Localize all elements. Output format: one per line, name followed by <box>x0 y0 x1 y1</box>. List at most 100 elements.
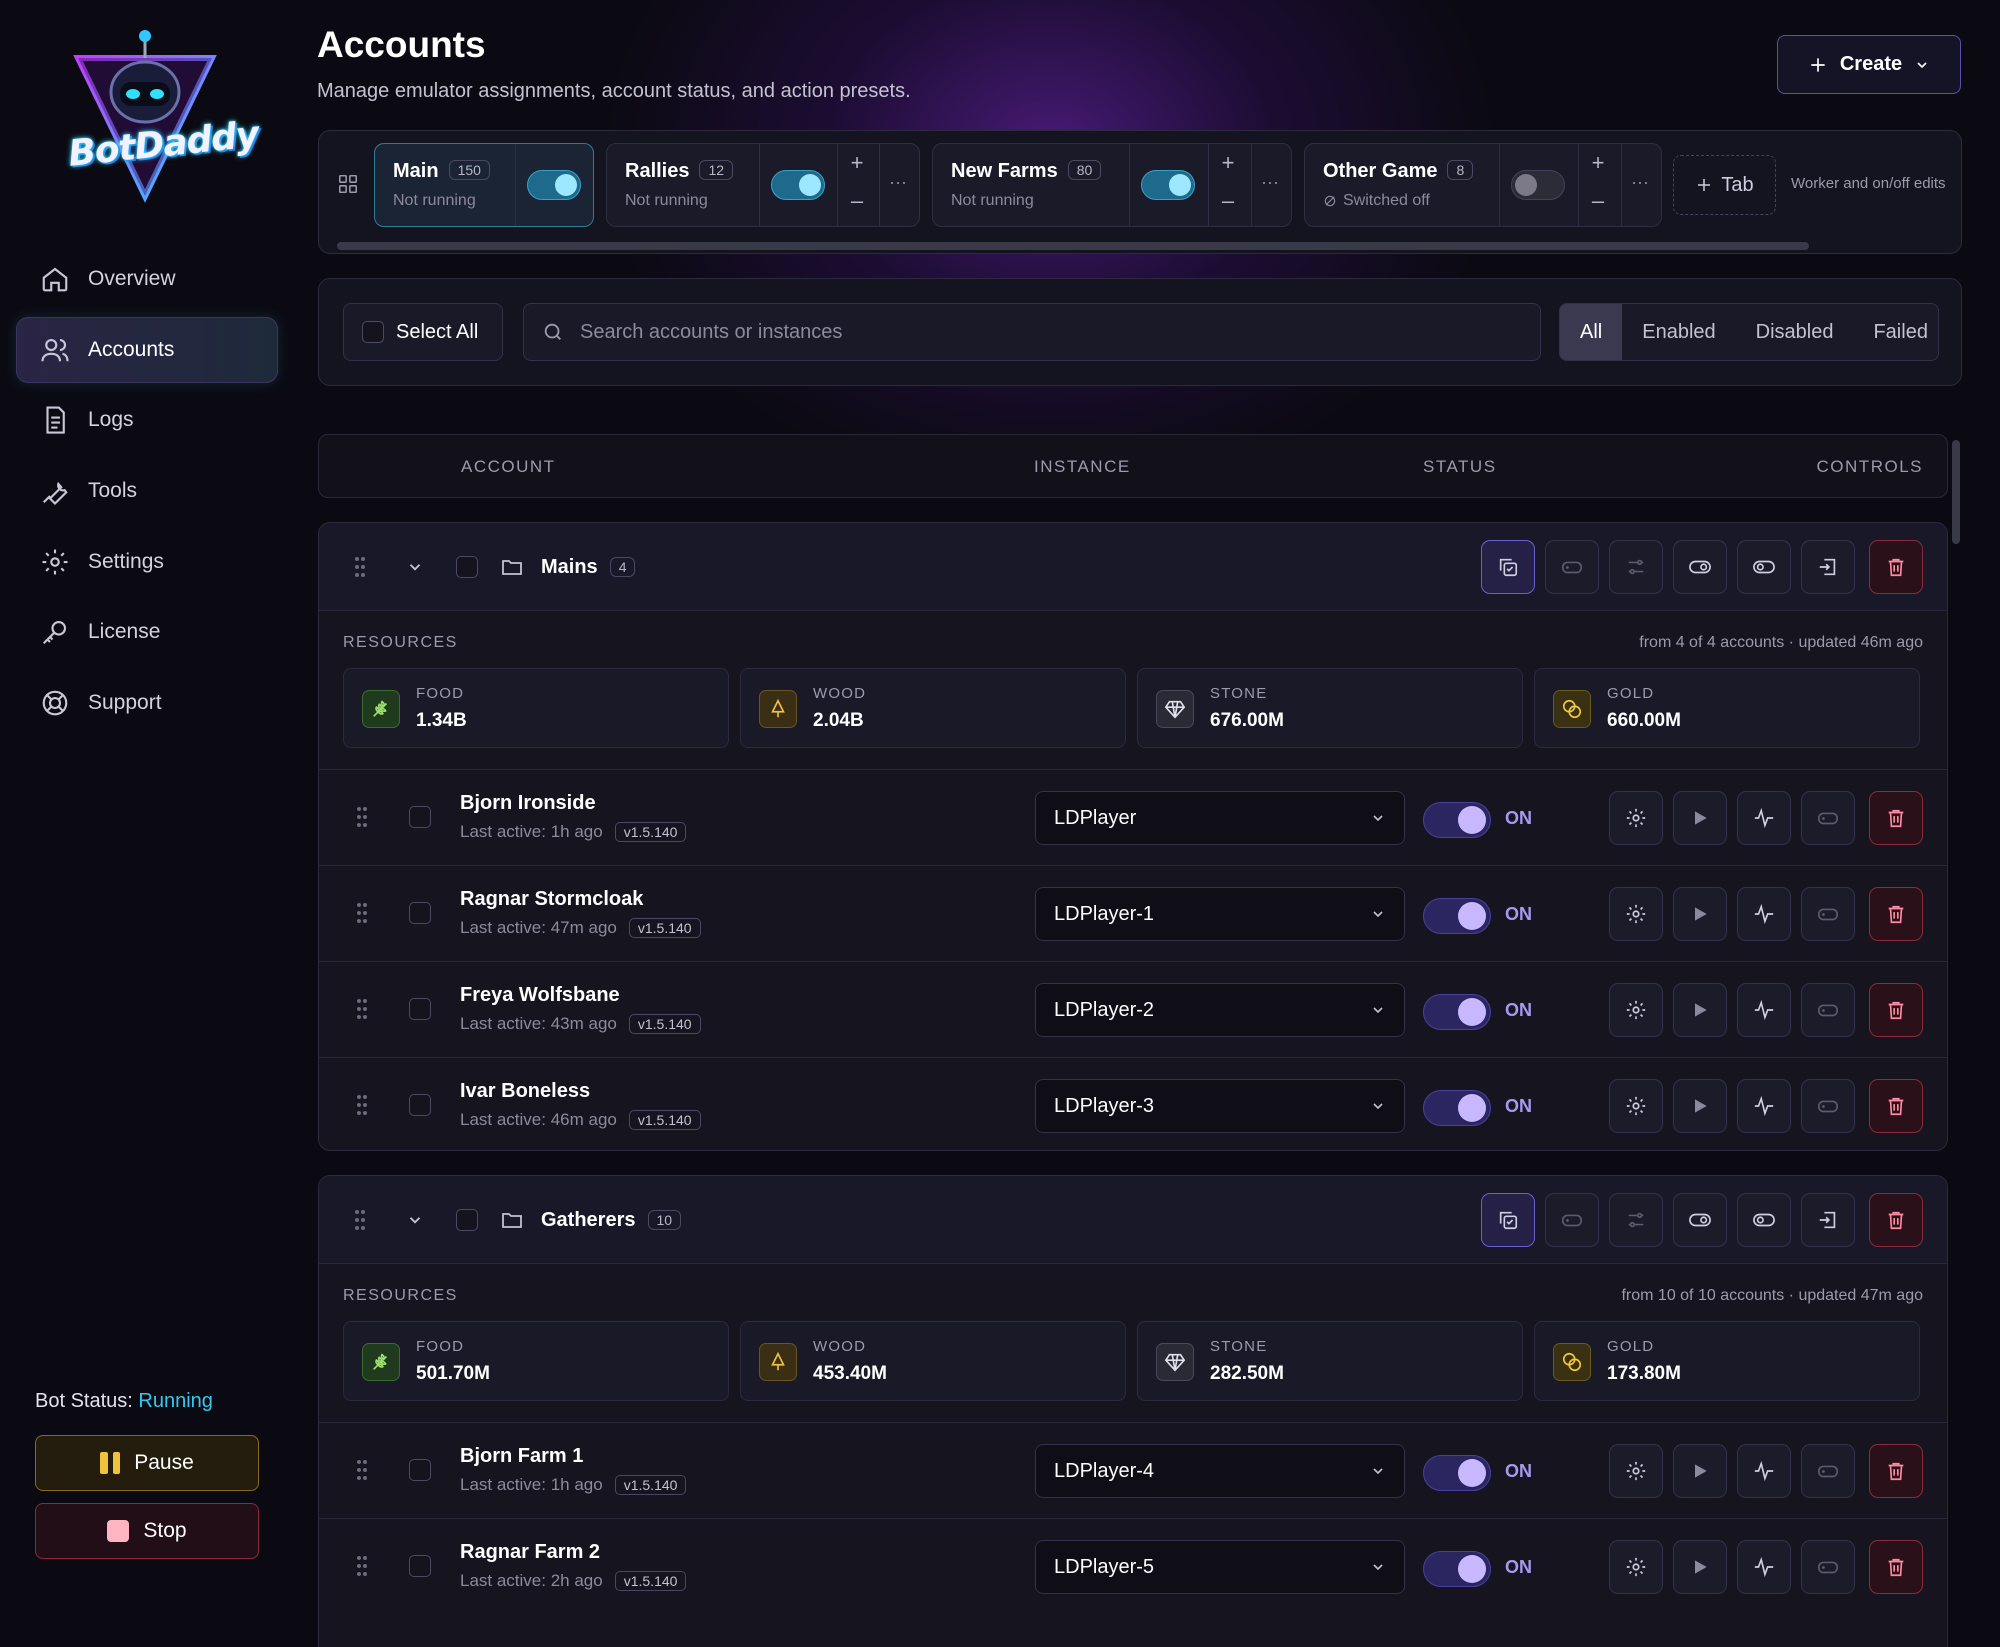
account-toggle[interactable] <box>1423 802 1491 838</box>
delete-account-button[interactable] <box>1869 1444 1923 1498</box>
account-settings-button[interactable] <box>1609 791 1663 845</box>
account-settings-button[interactable] <box>1609 1079 1663 1133</box>
adjust-button[interactable] <box>1609 1193 1663 1247</box>
tab-toggle[interactable] <box>527 170 581 200</box>
pause-button[interactable]: Pause <box>35 1435 259 1491</box>
stop-button[interactable]: Stop <box>35 1503 259 1559</box>
drag-handle-icon[interactable] <box>357 1459 367 1481</box>
activity-button[interactable] <box>1737 791 1791 845</box>
add-tab-button[interactable]: Tab <box>1673 155 1776 215</box>
row-checkbox[interactable] <box>409 1555 431 1577</box>
group-checkbox[interactable] <box>456 556 478 578</box>
enable-all-button[interactable] <box>1673 1193 1727 1247</box>
chevron-down-icon[interactable] <box>406 1211 424 1229</box>
filter-all[interactable]: All <box>1560 304 1623 360</box>
sidebar-item-settings[interactable]: Settings <box>16 529 278 595</box>
delete-account-button[interactable] <box>1869 887 1923 941</box>
move-button[interactable] <box>1801 1193 1855 1247</box>
gamepad-button[interactable] <box>1545 1193 1599 1247</box>
select-all-button[interactable]: Select All <box>343 303 503 361</box>
instance-select[interactable]: LDPlayer <box>1035 791 1405 845</box>
instance-select[interactable]: LDPlayer-3 <box>1035 1079 1405 1133</box>
create-button[interactable]: Create <box>1777 35 1961 94</box>
instance-select[interactable]: LDPlayer-1 <box>1035 887 1405 941</box>
play-button[interactable] <box>1673 1079 1727 1133</box>
tab-toggle[interactable] <box>1141 170 1195 200</box>
delete-account-button[interactable] <box>1869 1079 1923 1133</box>
instance-select[interactable]: LDPlayer-2 <box>1035 983 1405 1037</box>
delete-account-button[interactable] <box>1869 1540 1923 1594</box>
activity-button[interactable] <box>1737 1079 1791 1133</box>
activity-button[interactable] <box>1737 1444 1791 1498</box>
search-input[interactable]: Search accounts or instances <box>523 303 1541 361</box>
delete-account-button[interactable] <box>1869 791 1923 845</box>
filter-disabled[interactable]: Disabled <box>1736 304 1854 360</box>
group-checkbox[interactable] <box>456 1209 478 1231</box>
account-toggle[interactable] <box>1423 1090 1491 1126</box>
gamepad-button[interactable] <box>1801 887 1855 941</box>
increase-button[interactable]: + <box>837 150 877 176</box>
copy-preset-button[interactable] <box>1481 540 1535 594</box>
delete-group-button[interactable] <box>1869 540 1923 594</box>
vertical-scrollbar[interactable] <box>1952 440 1960 544</box>
brand-logo[interactable]: BotDaddy <box>60 28 260 203</box>
sidebar-item-logs[interactable]: Logs <box>16 387 278 453</box>
account-settings-button[interactable] <box>1609 1444 1663 1498</box>
row-checkbox[interactable] <box>409 806 431 828</box>
more-options-button[interactable]: ··· <box>889 172 907 193</box>
account-settings-button[interactable] <box>1609 1540 1663 1594</box>
tab-toggle[interactable] <box>1511 170 1565 200</box>
account-toggle[interactable] <box>1423 898 1491 934</box>
disable-all-button[interactable] <box>1737 1193 1791 1247</box>
sidebar-item-accounts[interactable]: Accounts <box>16 316 278 383</box>
drag-handle-icon[interactable] <box>355 556 365 578</box>
decrease-button[interactable]: – <box>1208 188 1248 214</box>
play-button[interactable] <box>1673 1444 1727 1498</box>
horizontal-scrollbar[interactable] <box>337 242 1809 250</box>
filter-failed[interactable]: Failed <box>1853 304 1947 360</box>
activity-button[interactable] <box>1737 1540 1791 1594</box>
move-button[interactable] <box>1801 540 1855 594</box>
play-button[interactable] <box>1673 983 1727 1037</box>
tab-other-game[interactable]: Other Game 8 Switched off + – ··· <box>1304 143 1662 227</box>
more-options-button[interactable]: ··· <box>1631 172 1649 193</box>
activity-button[interactable] <box>1737 887 1791 941</box>
drag-handle-icon[interactable] <box>355 1209 365 1231</box>
sidebar-item-overview[interactable]: Overview <box>16 246 278 312</box>
account-settings-button[interactable] <box>1609 887 1663 941</box>
grid-icon[interactable] <box>337 173 359 195</box>
tab-rallies[interactable]: Rallies 12 Not running + – ··· <box>606 143 920 227</box>
drag-handle-icon[interactable] <box>357 902 367 924</box>
gamepad-button[interactable] <box>1801 791 1855 845</box>
increase-button[interactable]: + <box>1208 150 1248 176</box>
account-settings-button[interactable] <box>1609 983 1663 1037</box>
chevron-down-icon[interactable] <box>406 558 424 576</box>
row-checkbox[interactable] <box>409 1094 431 1116</box>
tab-main[interactable]: Main 150 Not running <box>374 143 594 227</box>
tab-toggle[interactable] <box>771 170 825 200</box>
gamepad-button[interactable] <box>1801 1444 1855 1498</box>
row-checkbox[interactable] <box>409 902 431 924</box>
gamepad-button[interactable] <box>1801 983 1855 1037</box>
more-options-button[interactable]: ··· <box>1261 172 1279 193</box>
activity-button[interactable] <box>1737 983 1791 1037</box>
account-toggle[interactable] <box>1423 1455 1491 1491</box>
delete-account-button[interactable] <box>1869 983 1923 1037</box>
copy-preset-button[interactable] <box>1481 1193 1535 1247</box>
play-button[interactable] <box>1673 1540 1727 1594</box>
gamepad-button[interactable] <box>1801 1079 1855 1133</box>
play-button[interactable] <box>1673 887 1727 941</box>
sidebar-item-support[interactable]: Support <box>16 670 278 736</box>
sidebar-item-tools[interactable]: Tools <box>16 458 278 524</box>
decrease-button[interactable]: – <box>837 188 877 214</box>
instance-select[interactable]: LDPlayer-4 <box>1035 1444 1405 1498</box>
increase-button[interactable]: + <box>1578 150 1618 176</box>
filter-enabled[interactable]: Enabled <box>1622 304 1735 360</box>
sidebar-item-license[interactable]: License <box>16 599 278 665</box>
drag-handle-icon[interactable] <box>357 998 367 1020</box>
account-toggle[interactable] <box>1423 1551 1491 1587</box>
row-checkbox[interactable] <box>409 998 431 1020</box>
play-button[interactable] <box>1673 791 1727 845</box>
drag-handle-icon[interactable] <box>357 1555 367 1577</box>
adjust-button[interactable] <box>1609 540 1663 594</box>
